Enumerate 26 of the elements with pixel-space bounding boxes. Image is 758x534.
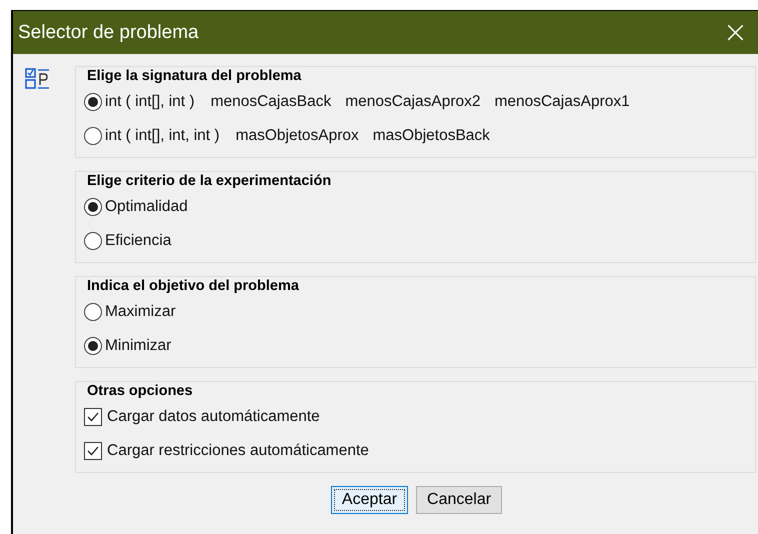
option-label: Minimizar	[105, 337, 172, 355]
dialog-button[interactable]: Cancelar	[416, 486, 502, 514]
method-name: menosCajasBack	[210, 93, 332, 111]
checkbox[interactable]	[84, 408, 102, 426]
radio-button[interactable]	[84, 198, 102, 216]
close-button[interactable]: ×	[712, 18, 758, 48]
window-title: Selector de problema	[18, 22, 199, 44]
radio-button[interactable]	[84, 232, 102, 250]
option-label: Optimalidad	[105, 198, 188, 216]
radio-button[interactable]	[84, 93, 102, 111]
method-name: masObjetosBack	[372, 127, 490, 145]
radio-button[interactable]	[84, 303, 102, 321]
method-name: masObjetosAprox	[236, 127, 359, 145]
checkbox-form-icon	[25, 68, 51, 90]
method-name: menosCajasAprox1	[494, 93, 630, 111]
option-label: Maximizar	[105, 303, 176, 321]
option-label: Eficiencia	[105, 232, 172, 250]
option-label: int ( int[], int, int )	[105, 127, 220, 145]
option-label: Cargar restricciones automáticamente	[107, 442, 369, 460]
option-label: int ( int[], int )	[105, 93, 195, 111]
checkbox[interactable]	[84, 442, 102, 460]
radio-button[interactable]	[84, 337, 102, 355]
dialog-button[interactable]: Aceptar	[330, 486, 408, 514]
radio-button[interactable]	[84, 127, 102, 145]
option-label: Cargar datos automáticamente	[107, 408, 320, 426]
method-name: menosCajasAprox2	[345, 93, 480, 111]
